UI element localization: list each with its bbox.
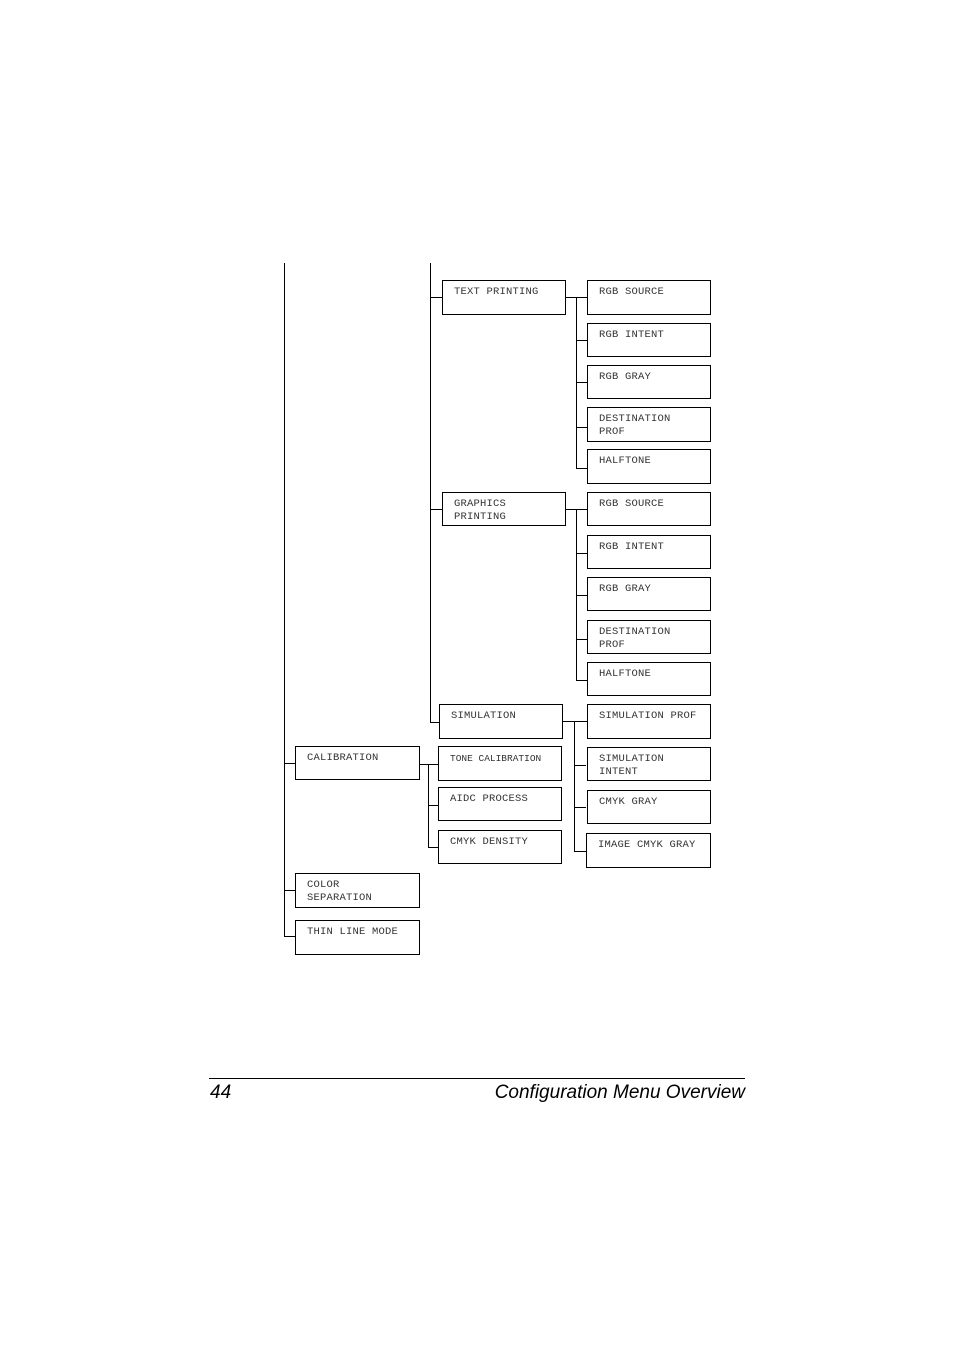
calibration-trunk-line [428, 764, 429, 848]
menu-item-rgb-intent[interactable]: RGB INTENT [587, 323, 711, 357]
menu-item-image-cmyk-gray[interactable]: IMAGE CMYK GRAY [586, 833, 711, 868]
menu-item-rgb-source[interactable]: RGB SOURCE [587, 492, 711, 526]
menu-item-simulation-intent[interactable]: SIMULATION INTENT [587, 747, 711, 781]
connector [576, 427, 587, 428]
menu-tree-diagram: TEXT PRINTING GRAPHICS PRINTING SIMULATI… [0, 0, 954, 1350]
connector [428, 847, 438, 848]
menu-item-halftone[interactable]: HALFTONE [587, 662, 711, 696]
connector [284, 890, 295, 891]
menu-item-rgb-gray[interactable]: RGB GRAY [587, 365, 711, 399]
connector [574, 765, 586, 766]
menu-item-cmyk-density[interactable]: CMYK DENSITY [438, 830, 562, 864]
menu-item-rgb-intent[interactable]: RGB INTENT [587, 535, 711, 569]
connector [576, 639, 587, 640]
connector [430, 722, 439, 723]
menu-item-halftone[interactable]: HALFTONE [587, 449, 711, 484]
menu-item-text-printing[interactable]: TEXT PRINTING [442, 280, 566, 315]
connector [576, 340, 587, 341]
menu-item-destination-prof[interactable]: DESTINATION PROF [587, 620, 711, 654]
connector [576, 468, 587, 469]
connector [284, 763, 295, 764]
menu-item-simulation[interactable]: SIMULATION [439, 704, 563, 739]
quality-trunk-line [430, 263, 431, 723]
connector [576, 553, 587, 554]
connector [574, 851, 586, 852]
root-trunk-line [284, 263, 285, 936]
menu-item-rgb-gray[interactable]: RGB GRAY [587, 577, 711, 611]
connector [428, 805, 438, 806]
menu-item-simulation-prof[interactable]: SIMULATION PROF [587, 704, 711, 739]
connector [284, 936, 295, 937]
menu-item-calibration[interactable]: CALIBRATION [295, 746, 420, 780]
section-title: Configuration Menu Overview [494, 1082, 745, 1103]
connector [430, 509, 442, 510]
menu-item-aidc-process[interactable]: AIDC PROCESS [438, 787, 562, 821]
connector [576, 680, 587, 681]
connector [420, 764, 438, 765]
menu-item-rgb-source[interactable]: RGB SOURCE [587, 280, 711, 315]
footer-divider [209, 1078, 745, 1079]
menu-item-destination-prof[interactable]: DESTINATION PROF [587, 407, 711, 442]
simulation-trunk-line [574, 721, 575, 851]
page-number: 44 [210, 1082, 232, 1103]
connector [576, 595, 587, 596]
connector [576, 382, 587, 383]
menu-item-tone-calibration[interactable]: TONE CALIBRATION [438, 746, 562, 781]
menu-item-color-separation[interactable]: COLOR SEPARATION [295, 873, 420, 908]
connector [430, 297, 442, 298]
connector [563, 721, 587, 722]
menu-item-thin-line-mode[interactable]: THIN LINE MODE [295, 920, 420, 955]
menu-item-graphics-printing[interactable]: GRAPHICS PRINTING [442, 492, 566, 526]
connector [574, 807, 586, 808]
menu-item-cmyk-gray[interactable]: CMYK GRAY [587, 790, 711, 824]
